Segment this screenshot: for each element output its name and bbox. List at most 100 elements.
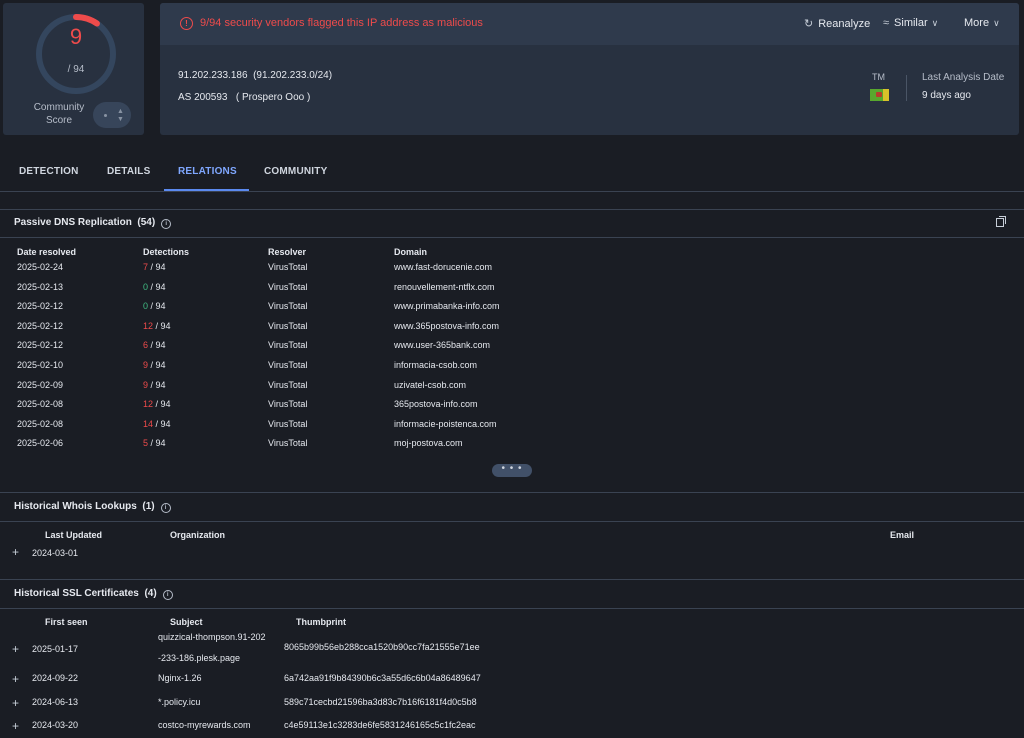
ssl-thumbprint-link[interactable]: c4e59113e1c3283de6fe5831246165c5c1fc2eac [284, 720, 476, 730]
dns-detections: 14 / 94 [143, 419, 171, 429]
ssl-thumbprint-link[interactable]: 589c71cecbd21596ba3d83c7b16f6181f4d0c5b8 [284, 697, 477, 707]
dns-resolver: VirusTotal [268, 282, 308, 292]
dns-domain-link[interactable]: renouvellement-ntflx.com [394, 282, 495, 292]
expand-icon[interactable]: + [12, 697, 19, 709]
last-analysis-value: 9 days ago [922, 90, 971, 101]
copy-icon[interactable] [996, 216, 1006, 227]
ssl-thumbprint-link[interactable]: 8065b99b56eb288cca1520b90cc7fa21555e71ee [284, 642, 480, 652]
detection-count: 5 [143, 438, 149, 448]
dns-domain-link[interactable]: www.fast-dorucenie.com [394, 262, 492, 272]
info-icon[interactable]: i [161, 219, 172, 229]
ip-address-line: 91.202.233.186 (91.202.233.0/24) [178, 70, 332, 81]
ssl-thumbprint-link[interactable]: 6a742aa91f9b84390b6c3a55d6c6b04a86489647 [284, 673, 481, 683]
load-more-button[interactable]: • • • [492, 464, 532, 477]
dns-domain-link[interactable]: informacia-csob.com [394, 360, 477, 370]
last-analysis-label: Last Analysis Date [922, 72, 1005, 83]
community-vote-control[interactable]: ▲ ▼ [93, 102, 131, 128]
detection-total: / 94 [150, 262, 166, 272]
expand-icon[interactable]: + [12, 673, 19, 685]
country-flag-icon [870, 89, 889, 101]
col-detections[interactable]: Detections [143, 247, 189, 257]
dns-date-resolved: 2025-02-12 [17, 301, 64, 311]
dns-date-resolved: 2025-02-08 [17, 399, 64, 409]
dns-detections: 7 / 94 [143, 262, 166, 272]
as-name: ( Prospero Ooo ) [235, 92, 311, 103]
dns-detections: 9 / 94 [143, 360, 166, 370]
expand-icon[interactable]: + [12, 643, 19, 655]
refresh-icon: ↻ [804, 18, 814, 30]
col-first-seen[interactable]: First seen [45, 617, 88, 627]
detection-score-card: 9 / 94 Community Score ▲ ▼ [3, 3, 144, 135]
tab-details[interactable]: DETAILS [107, 166, 150, 177]
more-button[interactable]: More ∨ [964, 17, 1000, 29]
dns-resolver: VirusTotal [268, 380, 308, 390]
similar-icon: ≈ [883, 17, 890, 29]
detection-count: 12 [143, 321, 154, 331]
dns-date-resolved: 2025-02-13 [17, 282, 64, 292]
dns-detections: 0 / 94 [143, 282, 166, 292]
info-icon[interactable]: i [160, 503, 171, 513]
whois-title: Historical Whois Lookups (1) i [14, 501, 171, 513]
col-thumbprint[interactable]: Thumbprint [296, 617, 346, 627]
col-domain[interactable]: Domain [394, 247, 427, 257]
dns-detections: 12 / 94 [143, 399, 171, 409]
col-resolver[interactable]: Resolver [268, 247, 306, 257]
tab-relations[interactable]: RELATIONS [178, 166, 237, 177]
col-date-resolved[interactable]: Date resolved [17, 247, 76, 257]
ssl-header: Historical SSL Certificates (4) i [0, 580, 1024, 609]
detection-total: / 94 [155, 419, 171, 429]
dns-resolver: VirusTotal [268, 301, 308, 311]
col-last-updated[interactable]: Last Updated [45, 530, 102, 540]
similar-button[interactable]: ≈ Similar ∨ [883, 17, 938, 29]
col-subject[interactable]: Subject [170, 617, 203, 627]
passive-dns-title: Passive DNS Replication (54) i [14, 217, 172, 229]
detection-count: 9 [143, 360, 149, 370]
chevron-down-icon: ∨ [931, 18, 939, 28]
ssl-title: Historical SSL Certificates (4) i [14, 588, 173, 600]
dns-resolver: VirusTotal [268, 262, 308, 272]
detection-total: / 94 [150, 438, 166, 448]
dns-date-resolved: 2025-02-10 [17, 360, 64, 370]
vote-down-icon[interactable]: ▼ [117, 116, 124, 123]
dns-detections: 9 / 94 [143, 380, 166, 390]
ssl-subject: costco-myrewards.com [158, 720, 251, 730]
detection-total: / 94 [155, 321, 171, 331]
dns-detections: 6 / 94 [143, 340, 166, 350]
dns-domain-link[interactable]: 365postova-info.com [394, 399, 478, 409]
dns-date-resolved: 2025-02-12 [17, 321, 64, 331]
community-score-label: Community Score [29, 101, 89, 127]
dns-domain-link[interactable]: www.user-365bank.com [394, 340, 490, 350]
ip-address: 91.202.233.186 [178, 70, 248, 81]
col-organization[interactable]: Organization [170, 530, 225, 540]
dns-resolver: VirusTotal [268, 360, 308, 370]
dns-resolver: VirusTotal [268, 438, 308, 448]
dns-domain-link[interactable]: www.primabanka-info.com [394, 301, 500, 311]
community-value-dot [104, 114, 107, 117]
detection-total: / 94 [150, 360, 166, 370]
detection-total: / 94 [150, 340, 166, 350]
detection-count: 9 [143, 380, 149, 390]
as-number[interactable]: AS 200593 [178, 92, 228, 103]
dns-resolver: VirusTotal [268, 419, 308, 429]
expand-icon[interactable]: + [12, 546, 19, 558]
tab-detection[interactable]: DETECTION [19, 166, 79, 177]
dns-domain-link[interactable]: moj-postova.com [394, 438, 463, 448]
ip-range[interactable]: (91.202.233.0/24) [253, 70, 332, 81]
ssl-subject-cont: -233-186.plesk.page [158, 653, 241, 663]
info-icon[interactable]: i [162, 590, 173, 600]
dns-date-resolved: 2025-02-06 [17, 438, 64, 448]
dns-domain-link[interactable]: informacie-poistenca.com [394, 419, 497, 429]
vote-up-icon[interactable]: ▲ [117, 108, 124, 115]
reanalyze-label: Reanalyze [818, 18, 871, 30]
dns-domain-link[interactable]: uzivatel-csob.com [394, 380, 466, 390]
detection-count: 14 [143, 419, 154, 429]
ssl-subject: *.policy.icu [158, 697, 201, 707]
tab-community[interactable]: COMMUNITY [264, 166, 327, 177]
more-label: More [964, 17, 990, 29]
dns-domain-link[interactable]: www.365postova-info.com [394, 321, 499, 331]
expand-icon[interactable]: + [12, 720, 19, 732]
reanalyze-button[interactable]: ↻ Reanalyze [804, 17, 870, 30]
detection-count: 12 [143, 399, 154, 409]
col-email[interactable]: Email [890, 530, 914, 540]
detection-total: / 94 [150, 301, 166, 311]
